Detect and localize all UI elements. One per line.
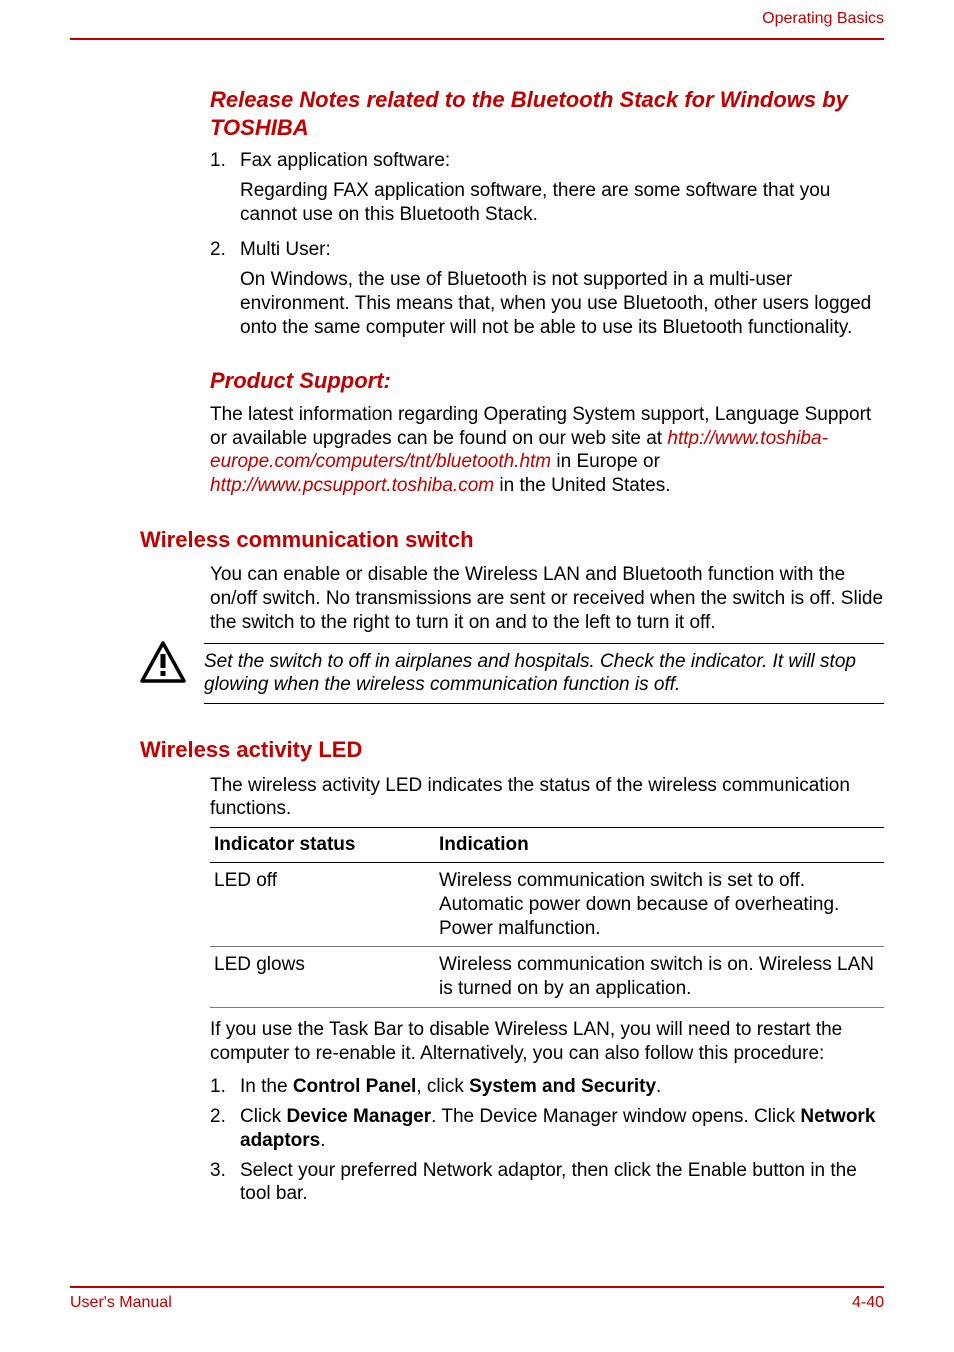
support-tail: in the United States.: [494, 475, 670, 496]
table-header-status: Indicator status: [210, 828, 435, 863]
list1-item-1: 1. Fax application software:: [210, 149, 884, 173]
list2-item-2-text: Click Device Manager. The Device Manager…: [240, 1105, 884, 1153]
cell-status-off: LED off: [210, 863, 435, 947]
support-mid: in Europe or: [551, 451, 660, 472]
list1-item-2-body: On Windows, the use of Bluetooth is not …: [240, 268, 884, 339]
led-table: Indicator status Indication LED off Wire…: [210, 827, 884, 1008]
footer-right: 4-40: [852, 1294, 884, 1312]
cell-status-glows: LED glows: [210, 947, 435, 1008]
wireless-led-body: The wireless activity LED indicates the …: [210, 774, 884, 822]
warning-icon: [140, 641, 204, 683]
cell-indication-off: Wireless communication switch is set to …: [435, 863, 884, 947]
callout-rule-top: [204, 643, 884, 644]
list1-item-2-label: Multi User:: [240, 238, 884, 262]
heading-release-notes: Release Notes related to the Bluetooth S…: [210, 86, 884, 141]
support-link-us[interactable]: http://www.pcsupport.toshiba.com: [210, 475, 494, 496]
list-marker: 2.: [210, 238, 240, 262]
table-row: LED off Wireless communication switch is…: [210, 863, 884, 947]
heading-wireless-led: Wireless activity LED: [140, 736, 884, 764]
list1-item-2: 2. Multi User:: [210, 238, 884, 262]
footer-left: User's Manual: [70, 1294, 172, 1312]
list2-item-3-text: Select your preferred Network adaptor, t…: [240, 1159, 884, 1207]
list-marker: 1.: [210, 149, 240, 173]
wireless-switch-body: You can enable or disable the Wireless L…: [210, 563, 884, 634]
product-support-body: The latest information regarding Operati…: [210, 403, 884, 498]
list-marker: 2.: [210, 1105, 240, 1153]
list2-item-1-text: In the Control Panel, click System and S…: [240, 1075, 884, 1099]
list-marker: 3.: [210, 1159, 240, 1207]
list1-item-1-body: Regarding FAX application software, ther…: [240, 179, 884, 227]
footer-rule: [70, 1286, 884, 1288]
header-section: Operating Basics: [70, 10, 884, 28]
header-rule: [70, 38, 884, 40]
list2-item-3: 3. Select your preferred Network adaptor…: [210, 1159, 884, 1207]
list1-item-1-label: Fax application software:: [240, 149, 884, 173]
callout-rule-bottom: [204, 703, 884, 704]
heading-product-support: Product Support:: [210, 367, 884, 395]
cell-indication-glows: Wireless communication switch is on. Wir…: [435, 947, 884, 1008]
list2-item-1: 1. In the Control Panel, click System an…: [210, 1075, 884, 1099]
heading-wireless-switch: Wireless communication switch: [140, 526, 884, 554]
table-header-indication: Indication: [435, 828, 884, 863]
list-marker: 1.: [210, 1075, 240, 1099]
list2-item-2: 2. Click Device Manager. The Device Mana…: [210, 1105, 884, 1153]
after-table-body: If you use the Task Bar to disable Wirel…: [210, 1018, 884, 1066]
table-row: LED glows Wireless communication switch …: [210, 947, 884, 1008]
callout-text: Set the switch to off in airplanes and h…: [204, 646, 884, 702]
